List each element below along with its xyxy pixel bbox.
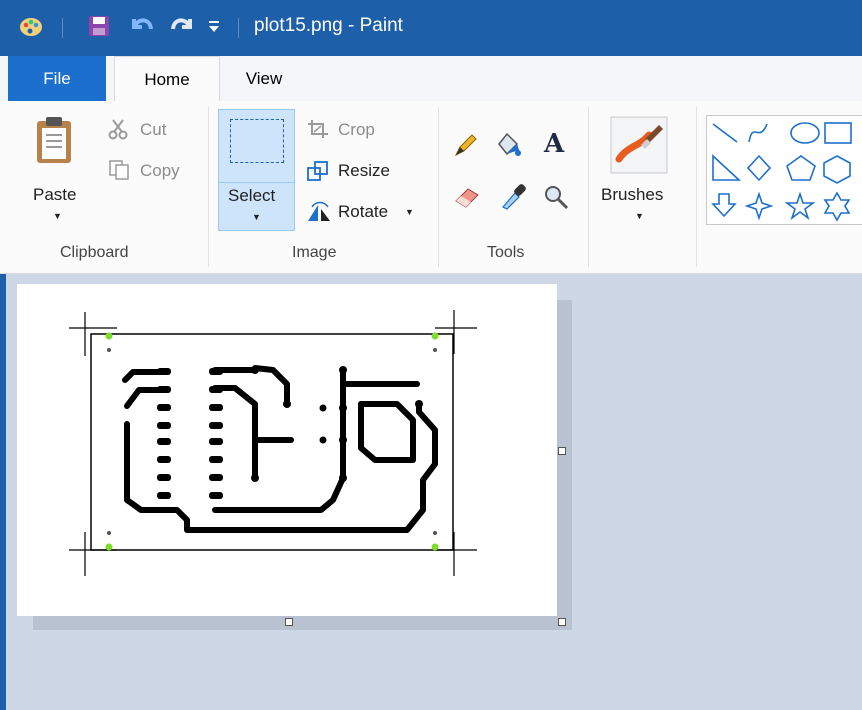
drawing-canvas[interactable] (17, 284, 557, 616)
group-separator (208, 107, 209, 267)
resize-icon[interactable] (306, 160, 330, 187)
line-shape-icon (712, 123, 738, 143)
crop-icon[interactable] (306, 118, 330, 145)
paste-dropdown-icon[interactable]: ▼ (53, 211, 62, 221)
paste-icon[interactable] (34, 115, 74, 170)
save-icon[interactable] (86, 13, 112, 44)
copy-button[interactable]: Copy (140, 161, 180, 181)
group-separator (438, 107, 439, 267)
select-divider (219, 182, 294, 183)
rotate-button[interactable]: Rotate (338, 202, 388, 222)
ribbon: Paste ▼ Cut Copy Clipboard Select ▼ Crop (0, 101, 862, 274)
pcb-plot-image (69, 310, 477, 576)
customize-toolbar-icon[interactable] (207, 19, 221, 40)
clipboard-group-label: Clipboard (60, 244, 129, 261)
undo-icon[interactable] (128, 13, 156, 44)
group-separator (696, 107, 697, 267)
resize-button[interactable]: Resize (338, 161, 390, 181)
redo-icon[interactable] (168, 13, 196, 44)
right-triangle-shape-icon (712, 154, 742, 181)
rotate-dropdown-icon[interactable]: ▼ (405, 207, 414, 217)
fill-icon[interactable] (493, 130, 523, 165)
crop-button[interactable]: Crop (338, 120, 375, 140)
canvas-resize-handle-right[interactable] (558, 447, 566, 455)
rectangle-shape-icon (824, 122, 852, 144)
arrow-down-shape-icon (711, 193, 737, 218)
shapes-gallery (706, 115, 862, 225)
diamond-shape-icon (746, 154, 772, 182)
copy-icon[interactable] (108, 159, 130, 186)
five-point-star-shape-icon (784, 191, 816, 221)
window-left-edge (0, 274, 6, 710)
eraser-icon[interactable] (452, 183, 482, 214)
brushes-dropdown-icon[interactable]: ▼ (635, 211, 644, 221)
select-button[interactable]: Select ▼ (218, 109, 295, 231)
select-dropdown-icon[interactable]: ▼ (252, 212, 261, 222)
paint-app-icon[interactable] (18, 13, 44, 44)
select-icon (230, 119, 284, 163)
tab-home[interactable]: Home (114, 56, 220, 102)
text-icon[interactable]: A (544, 129, 564, 159)
canvas-resize-handle-corner[interactable] (558, 618, 566, 626)
rotate-icon[interactable] (306, 201, 332, 228)
tools-group-label: Tools (487, 244, 525, 261)
title-separator (238, 18, 239, 38)
brushes-button[interactable]: Brushes (601, 185, 663, 205)
image-group-label: Image (292, 244, 337, 261)
cut-icon[interactable] (108, 118, 128, 145)
window-title: plot15.png - Paint (254, 15, 403, 36)
pencil-icon[interactable] (452, 131, 480, 164)
curve-shape-icon (748, 123, 768, 143)
canvas-resize-handle-bottom[interactable] (285, 618, 293, 626)
title-bar: plot15.png - Paint (0, 0, 862, 56)
cut-button[interactable]: Cut (140, 120, 166, 140)
select-label: Select (228, 186, 276, 205)
magnifier-icon[interactable] (542, 183, 570, 216)
paste-button[interactable]: Paste (33, 185, 76, 205)
tab-view[interactable]: View (226, 56, 302, 101)
four-point-star-shape-icon (744, 191, 774, 221)
pentagon-shape-icon (786, 155, 816, 181)
tab-file[interactable]: File (8, 56, 106, 101)
title-separator (62, 18, 63, 38)
ribbon-tab-row: File Home View (0, 56, 862, 102)
oval-shape-icon (790, 122, 820, 144)
six-point-star-shape-icon (823, 191, 851, 222)
group-separator (588, 107, 589, 267)
brush-icon[interactable] (609, 115, 669, 180)
hexagon-shape-icon (823, 155, 851, 184)
color-picker-icon[interactable] (499, 181, 527, 216)
